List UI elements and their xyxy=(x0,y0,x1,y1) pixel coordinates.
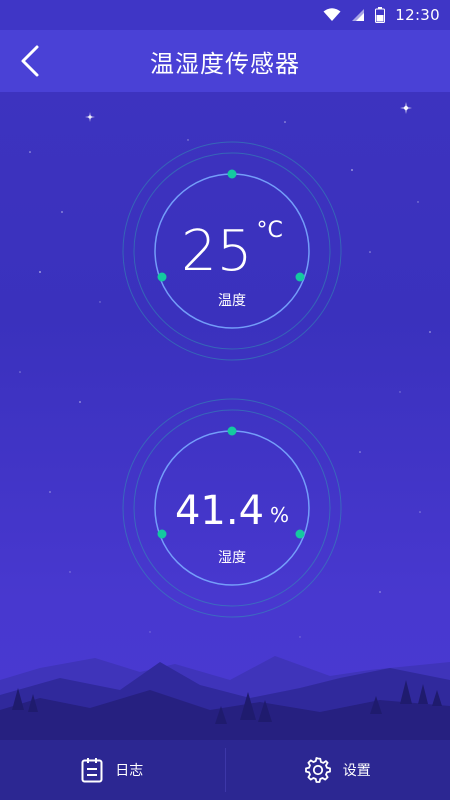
app-header: 温湿度传感器 xyxy=(0,30,450,92)
humidity-value: 41.4 xyxy=(174,488,265,534)
status-time: 12:30 xyxy=(395,6,440,24)
indicator-dot xyxy=(227,169,237,179)
temperature-unit: °C xyxy=(256,218,283,243)
signal-icon xyxy=(351,8,365,22)
gear-icon xyxy=(304,757,331,783)
status-bar: 12:30 xyxy=(0,0,450,30)
wifi-icon xyxy=(323,8,341,22)
humidity-reading: 41.4 % xyxy=(121,491,343,531)
bottom-nav: 日志 设置 xyxy=(0,740,450,800)
page-title: 温湿度传感器 xyxy=(150,49,300,78)
humidity-gauge: 41.4 % 湿度 xyxy=(121,397,343,619)
battery-icon xyxy=(375,7,386,23)
temperature-gauge: 25 °C 温度 xyxy=(121,140,343,362)
log-tab[interactable]: 日志 xyxy=(0,740,225,800)
humidity-label: 湿度 xyxy=(218,550,246,566)
humidity-unit: % xyxy=(270,503,290,527)
settings-label: 设置 xyxy=(342,763,371,779)
log-label: 日志 xyxy=(115,763,144,779)
chevron-left-icon xyxy=(21,45,39,77)
settings-tab[interactable]: 设置 xyxy=(226,740,450,800)
back-button[interactable] xyxy=(10,41,50,81)
indicator-dot xyxy=(227,426,237,436)
mountain-landscape xyxy=(0,656,450,740)
temperature-value: 25 xyxy=(181,219,253,284)
screen: 12:30 温湿度传感器 25 °C 温度 41.4 % 湿度 日志 设置 xyxy=(0,0,450,800)
notepad-icon xyxy=(81,758,103,783)
temperature-label: 温度 xyxy=(218,293,246,309)
temperature-reading: 25 °C xyxy=(121,218,343,284)
